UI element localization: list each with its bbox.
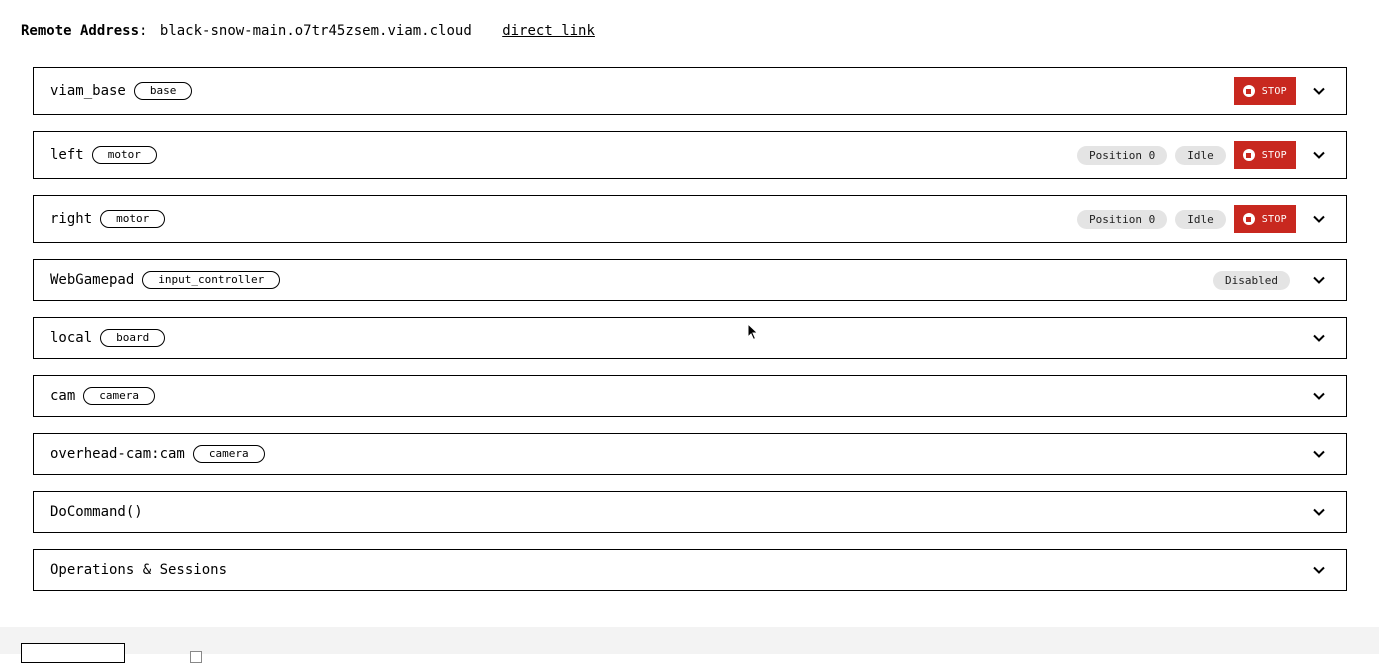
- chevron-down-icon[interactable]: [1312, 273, 1326, 287]
- remote-address-label: Remote Address: [21, 23, 140, 39]
- remote-address-colon: :: [139, 23, 148, 39]
- panel-name: WebGamepad: [50, 272, 135, 288]
- chevron-down-icon[interactable]: [1312, 389, 1326, 403]
- panel-type-pill: motor: [91, 146, 157, 164]
- stop-button-label: STOP: [1261, 85, 1287, 97]
- chevron-down-icon[interactable]: [1312, 563, 1326, 577]
- stop-button-label: STOP: [1261, 213, 1287, 225]
- stop-button[interactable]: STOP: [1233, 205, 1296, 233]
- panel-operations-sessions[interactable]: Operations & Sessions: [33, 549, 1347, 591]
- stop-button-label: STOP: [1261, 149, 1287, 161]
- chevron-down-icon[interactable]: [1312, 331, 1326, 345]
- position-badge: Position 0: [1076, 209, 1168, 229]
- panel-name: DoCommand(): [50, 504, 143, 520]
- panel-cam[interactable]: cam camera: [33, 375, 1347, 417]
- state-badge: Idle: [1175, 209, 1226, 229]
- panel-left-motor[interactable]: left motor Position 0 Idle STOP: [33, 131, 1347, 179]
- remote-address-line: Remote Address: black-snow-main.o7tr45zs…: [21, 21, 595, 41]
- panel-right-motor[interactable]: right motor Position 0 Idle STOP: [33, 195, 1347, 243]
- state-badge: Idle: [1175, 145, 1226, 165]
- stop-button[interactable]: STOP: [1233, 141, 1296, 169]
- chevron-down-icon[interactable]: [1312, 212, 1326, 226]
- chevron-down-icon[interactable]: [1312, 505, 1326, 519]
- panel-type-pill: motor: [100, 210, 166, 228]
- stop-icon: [1242, 85, 1255, 97]
- panel-type-pill: input_controller: [142, 271, 281, 289]
- panel-type-pill: board: [100, 329, 166, 347]
- panel-name: local: [50, 330, 93, 346]
- position-badge: Position 0: [1076, 145, 1168, 165]
- panel-name: overhead-cam:cam: [50, 446, 185, 462]
- chevron-down-icon[interactable]: [1312, 447, 1326, 461]
- panel-docommand[interactable]: DoCommand(): [33, 491, 1347, 533]
- chevron-down-icon[interactable]: [1312, 148, 1326, 162]
- footer-button[interactable]: [21, 643, 125, 663]
- footer-checkbox[interactable]: [190, 651, 202, 663]
- panel-name: cam: [50, 388, 76, 404]
- footer-bar: [0, 627, 1379, 663]
- status-badge: Disabled: [1213, 270, 1290, 290]
- panel-name: viam_base: [50, 83, 126, 99]
- panel-overhead-cam[interactable]: overhead-cam:cam camera: [33, 433, 1347, 475]
- panel-name: left: [50, 147, 84, 163]
- panel-type-pill: camera: [83, 387, 156, 405]
- panel-local-board[interactable]: local board: [33, 317, 1347, 359]
- chevron-down-icon[interactable]: [1312, 84, 1326, 98]
- panel-type-pill: base: [133, 82, 193, 100]
- panel-webgamepad[interactable]: WebGamepad input_controller Disabled: [33, 259, 1347, 301]
- mouse-cursor-icon: [747, 322, 759, 345]
- direct-link[interactable]: direct link: [502, 23, 595, 39]
- stop-button[interactable]: STOP: [1233, 77, 1296, 105]
- stop-icon: [1242, 149, 1255, 161]
- panel-type-pill: camera: [192, 445, 265, 463]
- panel-name: right: [50, 211, 93, 227]
- panel-name: Operations & Sessions: [50, 562, 228, 578]
- panel-viam-base[interactable]: viam_base base STOP: [33, 67, 1347, 115]
- remote-address-value: black-snow-main.o7tr45zsem.viam.cloud: [159, 23, 472, 39]
- stop-icon: [1242, 213, 1255, 225]
